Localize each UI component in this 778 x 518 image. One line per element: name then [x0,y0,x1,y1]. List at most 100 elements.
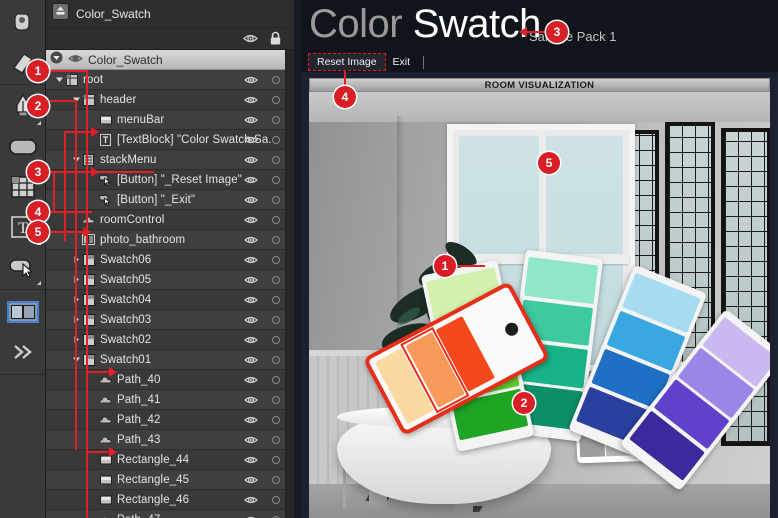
tool-flyout-corner [37,121,41,125]
eye-icon[interactable] [244,473,258,491]
lock-toggle[interactable] [272,376,280,384]
lock-toggle[interactable] [272,436,280,444]
tree-row[interactable]: Rectangle_46 [46,490,294,510]
grid-icon [65,73,78,86]
lock-toggle[interactable] [272,456,280,464]
lock-toggle[interactable] [272,276,280,284]
annotation-arrow-path40 [109,367,117,377]
lock-toggle[interactable] [272,156,280,164]
eye-icon[interactable] [244,293,258,311]
eye-icon[interactable] [244,493,258,511]
eye-icon[interactable] [244,233,258,251]
tree-row[interactable]: [Button] "_Exit" [46,190,294,210]
eye-icon[interactable] [244,133,258,151]
tree-row[interactable]: Swatch06 [46,250,294,270]
chevron-down-icon[interactable] [54,74,65,85]
lock-toggle[interactable] [272,316,280,324]
image-tool[interactable] [0,292,46,332]
lock-toggle[interactable] [272,76,280,84]
tree-row[interactable]: Swatch04 [46,290,294,310]
eye-icon[interactable] [244,213,258,231]
lock-toggle[interactable] [272,196,280,204]
lock-toggle[interactable] [272,476,280,484]
eye-icon[interactable] [244,373,258,391]
eye-icon[interactable] [244,413,258,431]
pan-tool[interactable] [0,2,46,42]
app-menu-bar: Reset Image Exit [301,52,778,72]
annotation-marker-3-target: 3 [546,21,568,43]
lock-toggle[interactable] [272,96,280,104]
lock-toggle[interactable] [272,356,280,364]
eye-icon[interactable] [244,333,258,351]
annotation-marker-1-target: 1 [434,255,456,277]
app-title-part2: Swatch [412,2,542,46]
eye-icon[interactable] [244,513,258,518]
eye-icon[interactable] [244,153,258,171]
tree-row[interactable]: Swatch01 [46,350,294,370]
eye-icon[interactable] [244,433,258,451]
tree-row[interactable]: [Button] "_Reset Image" [46,170,294,190]
app-header: Color Swatch Sample Pack 1 [301,0,778,52]
eye-open-icon[interactable] [68,51,83,69]
eye-icon[interactable] [244,313,258,331]
more-tools-button[interactable] [0,332,46,372]
eye-icon[interactable] [244,113,258,131]
tree-row[interactable]: header [46,90,294,110]
eye-icon[interactable] [244,173,258,191]
group-icon [82,353,95,366]
lock-toggle[interactable] [272,236,280,244]
tree-root-row[interactable]: Color_Swatch [46,50,294,70]
lock-toggle[interactable] [272,136,280,144]
annotation-arrow-rect44 [109,447,117,457]
panel-scroll-rail[interactable] [285,50,294,518]
lock-toggle[interactable] [272,296,280,304]
tree-row[interactable]: root [46,70,294,90]
reset-image-button[interactable]: Reset Image [308,53,386,71]
eye-icon[interactable] [244,273,258,291]
tree-row[interactable]: Path_40 [46,370,294,390]
tree-row[interactable]: stackMenu [46,150,294,170]
eye-icon[interactable] [244,253,258,271]
tree-row[interactable]: Rectangle_44 [46,450,294,470]
tree-row-label: Rectangle_46 [117,493,190,506]
color-swatch-fan[interactable] [362,249,770,518]
eye-icon[interactable] [244,353,258,371]
annotation-trunk [75,100,77,450]
eye-icon[interactable] [244,73,258,91]
eye-icon[interactable] [244,193,258,211]
lock-toggle[interactable] [272,336,280,344]
lock-toggle[interactable] [272,496,280,504]
tree-row[interactable]: [TextBlock] "Color Swatch Sa. [46,130,294,150]
tree-row[interactable]: Rectangle_45 [46,470,294,490]
annotation-marker-3: 3 [27,161,49,183]
eye-icon[interactable] [244,453,258,471]
chevron-down-icon[interactable] [50,51,63,69]
lock-toggle[interactable] [272,396,280,404]
tree-row[interactable]: Path_42 [46,410,294,430]
eye-icon[interactable] [244,93,258,111]
button-tool[interactable] [0,247,46,287]
image-icon [7,301,39,323]
tree-row[interactable]: Path_43 [46,430,294,450]
tree-row[interactable]: Swatch05 [46,270,294,290]
lock-toggle[interactable] [272,216,280,224]
lock-icon[interactable] [269,31,282,51]
tree-row[interactable]: Swatch03 [46,310,294,330]
tree-row[interactable]: menuBar [46,110,294,130]
annotation-marker-5-target: 5 [538,152,560,174]
lock-toggle[interactable] [272,176,280,184]
lock-toggle[interactable] [272,116,280,124]
eye-icon[interactable] [244,393,258,411]
tree-row[interactable]: Path_47 [46,510,294,518]
room-photo[interactable]: 1 2 5 [309,92,770,518]
eye-icon[interactable] [243,32,258,50]
tree-row[interactable]: Path_41 [46,390,294,410]
annotation-trunk [53,171,55,211]
swatch-ring-hole [502,320,521,339]
exit-button[interactable]: Exit [385,54,419,70]
lock-toggle[interactable] [272,416,280,424]
tree-row[interactable]: Swatch02 [46,330,294,350]
lock-toggle[interactable] [272,256,280,264]
